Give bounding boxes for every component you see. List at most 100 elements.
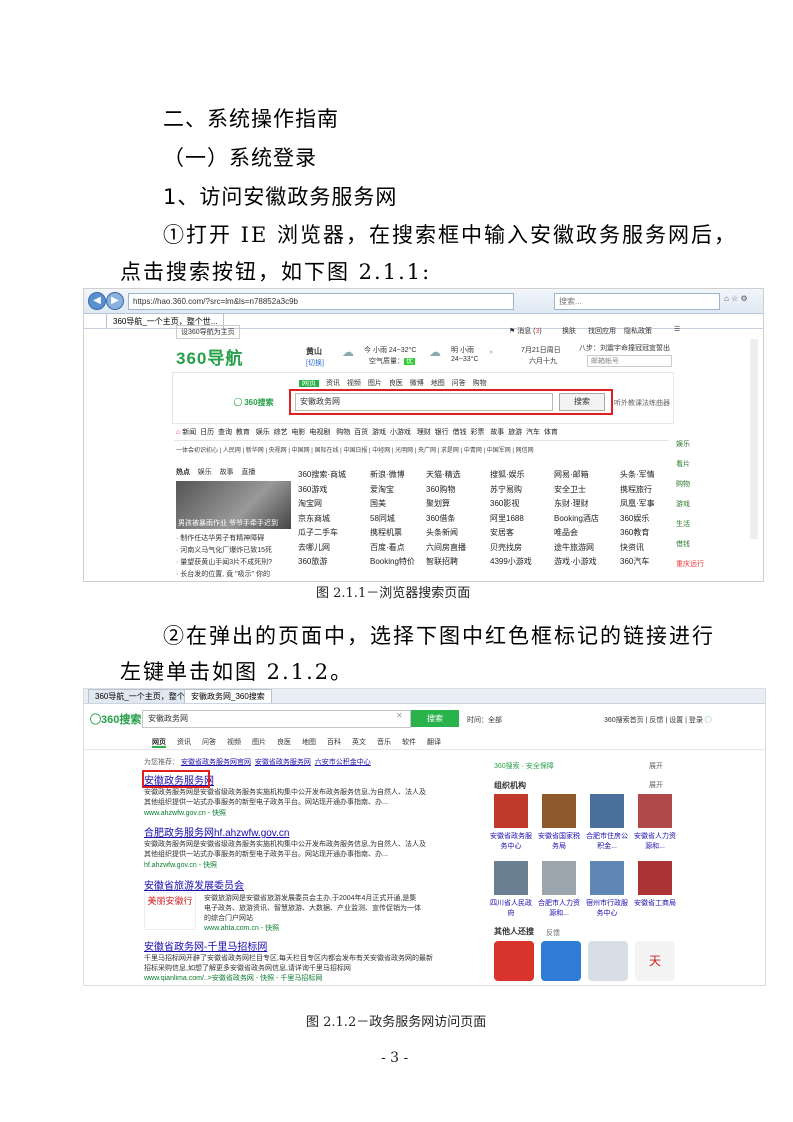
nav-sports[interactable]: 体育: [544, 429, 558, 436]
nav-game[interactable]: 游戏: [372, 429, 386, 436]
message-link[interactable]: ⚑ 消息 (3): [509, 326, 542, 336]
org-tile-label[interactable]: 宿州市行政服务中心: [584, 898, 630, 918]
result-tab[interactable]: 地图: [302, 739, 316, 746]
result-tab[interactable]: 翻译: [427, 739, 441, 746]
sub-nav-row[interactable]: 一体会初识初心 | 人民网 | 新华网 | 央视网 | 中国网 | 国际在线 |…: [176, 445, 534, 454]
org-tile-label[interactable]: 安徽省人力资源和...: [632, 831, 678, 851]
site-link[interactable]: 去哪儿网: [298, 542, 330, 553]
site-link[interactable]: Booking特价: [370, 556, 415, 567]
site-link[interactable]: Booking酒店: [554, 513, 599, 524]
forward-icon[interactable]: ▶: [106, 292, 124, 310]
nav-bank[interactable]: 银行: [435, 429, 449, 436]
result-title[interactable]: 安徽省政务网-千里马招标网: [144, 938, 267, 953]
search-tab-doctor[interactable]: 良医: [389, 380, 403, 387]
nav-car[interactable]: 汽车: [526, 429, 540, 436]
result-tab[interactable]: 百科: [327, 739, 341, 746]
result-url[interactable]: www.qianlima.com/..>安徽省政务网 - 快照 - 千里马招标网: [144, 973, 322, 983]
site-link[interactable]: 360教育: [620, 527, 649, 538]
recommend-link[interactable]: 安徽省政务服务网官网: [181, 759, 251, 766]
recommend-link[interactable]: 安徽省政务服务网: [255, 759, 311, 766]
weather-switch[interactable]: [切换]: [306, 358, 324, 368]
site-link[interactable]: 东财·理财: [554, 498, 589, 509]
nav-movie[interactable]: 电影: [291, 429, 305, 436]
link-home[interactable]: 360搜索首页: [604, 717, 644, 724]
site-link[interactable]: 360搜索·商城: [298, 469, 346, 480]
org-tile-label[interactable]: 合肥市住房公积金...: [584, 831, 630, 851]
result-url[interactable]: hf.ahzwfw.gov.cn - 快照: [144, 860, 217, 870]
site-link[interactable]: 唯品会: [554, 527, 578, 538]
org-tile-image[interactable]: [542, 794, 576, 828]
left-tab-hot[interactable]: 热点: [176, 469, 190, 476]
site-link[interactable]: 360购物: [426, 484, 455, 495]
site-link[interactable]: 360游戏: [298, 484, 327, 495]
result-url[interactable]: www.ahta.com.cn - 快照: [204, 923, 279, 933]
recover-link[interactable]: 找回应用: [588, 326, 616, 336]
site-link[interactable]: 快资讯: [620, 542, 644, 553]
site-link[interactable]: 网易·邮箱: [554, 469, 589, 480]
time-filter[interactable]: 时间：全部: [467, 715, 502, 725]
result-tab[interactable]: 网页: [152, 739, 166, 748]
site-link[interactable]: 凤凰·军事: [620, 498, 655, 509]
site-link[interactable]: 爱淘宝: [370, 484, 394, 495]
news-item[interactable]: · 长台发的位置, 竟 "吸示" 你的: [176, 569, 272, 581]
news-item[interactable]: · 河南义马气化厂爆炸已致15死: [176, 545, 272, 557]
logo-360[interactable]: 360导航: [176, 344, 243, 369]
result-tab[interactable]: 视频: [227, 739, 241, 746]
app-icon-red[interactable]: [494, 941, 534, 981]
result-url[interactable]: www.ahzwfw.gov.cn - 快照: [144, 808, 226, 818]
scrollbar[interactable]: [750, 339, 758, 539]
nav-query[interactable]: 查询: [218, 429, 232, 436]
result-tab[interactable]: 音乐: [377, 739, 391, 746]
org-tile-label[interactable]: 合肥市人力资源和...: [536, 898, 582, 918]
site-link[interactable]: 游戏·小游戏: [554, 556, 597, 567]
org-tile-label[interactable]: 安徽省政务服务中心: [488, 831, 534, 851]
sidebar-item[interactable]: 借钱: [676, 539, 710, 553]
site-link[interactable]: 天猫·精选: [426, 469, 461, 480]
search-button[interactable]: 搜索: [411, 710, 459, 727]
app-icon-map[interactable]: [588, 941, 628, 981]
link-login[interactable]: 登录: [689, 717, 703, 724]
user-icon[interactable]: ◯: [705, 717, 712, 724]
link-feedback[interactable]: 反馈: [649, 717, 663, 724]
site-link[interactable]: 淘宝网: [298, 498, 322, 509]
sidebar-item[interactable]: 生活: [676, 519, 710, 533]
site-link[interactable]: 携程旅行: [620, 484, 652, 495]
site-link[interactable]: 安全卫士: [554, 484, 586, 495]
org-tile-image[interactable]: [638, 861, 672, 895]
nav-loan[interactable]: 借钱: [453, 429, 467, 436]
nav-news[interactable]: 新闻: [182, 429, 196, 436]
search-tab-video[interactable]: 视频: [347, 380, 361, 387]
result-tab[interactable]: 英文: [352, 739, 366, 746]
chevron-right-icon[interactable]: »: [489, 349, 493, 356]
nav-minigame[interactable]: 小游戏: [390, 429, 411, 436]
search-tab-weibo[interactable]: 微博: [410, 380, 424, 387]
org-tile-image[interactable]: [494, 861, 528, 895]
skin-link[interactable]: 换肤: [562, 326, 576, 336]
mail-input[interactable]: 邮箱帐号: [587, 355, 672, 367]
tourism-logo[interactable]: 美丽安徽行: [144, 892, 196, 930]
site-link[interactable]: 头条新闻: [426, 527, 458, 538]
org-tile-label[interactable]: 四川省人民政府: [488, 898, 534, 918]
site-link[interactable]: 360影视: [490, 498, 519, 509]
left-tab-live[interactable]: 直播: [241, 469, 255, 476]
site-link[interactable]: 贝壳找房: [490, 542, 522, 553]
org-tile-image[interactable]: [590, 861, 624, 895]
recommend-link[interactable]: 六安市公积金中心: [315, 759, 371, 766]
left-tab-story[interactable]: 故事: [220, 469, 234, 476]
result-tab[interactable]: 软件: [402, 739, 416, 746]
nav-goods[interactable]: 百货: [354, 429, 368, 436]
sidebar-item[interactable]: 看片: [676, 459, 710, 473]
app-icon-blue[interactable]: [541, 941, 581, 981]
org-tile-image[interactable]: [494, 794, 528, 828]
nav-calendar[interactable]: 日历: [200, 429, 214, 436]
search-tab-map[interactable]: 地图: [431, 380, 445, 387]
site-link[interactable]: 六间房直播: [426, 542, 466, 553]
site-link[interactable]: 携程机票: [370, 527, 402, 538]
site-link[interactable]: 搜狐·娱乐: [490, 469, 525, 480]
link-settings[interactable]: 设置: [669, 717, 683, 724]
ie-search-box[interactable]: 搜索...: [554, 293, 720, 310]
site-link[interactable]: 58同城: [370, 513, 395, 524]
org-tile-image[interactable]: [542, 861, 576, 895]
org-tile-image[interactable]: [590, 794, 624, 828]
left-tab-ent[interactable]: 娱乐: [198, 469, 212, 476]
